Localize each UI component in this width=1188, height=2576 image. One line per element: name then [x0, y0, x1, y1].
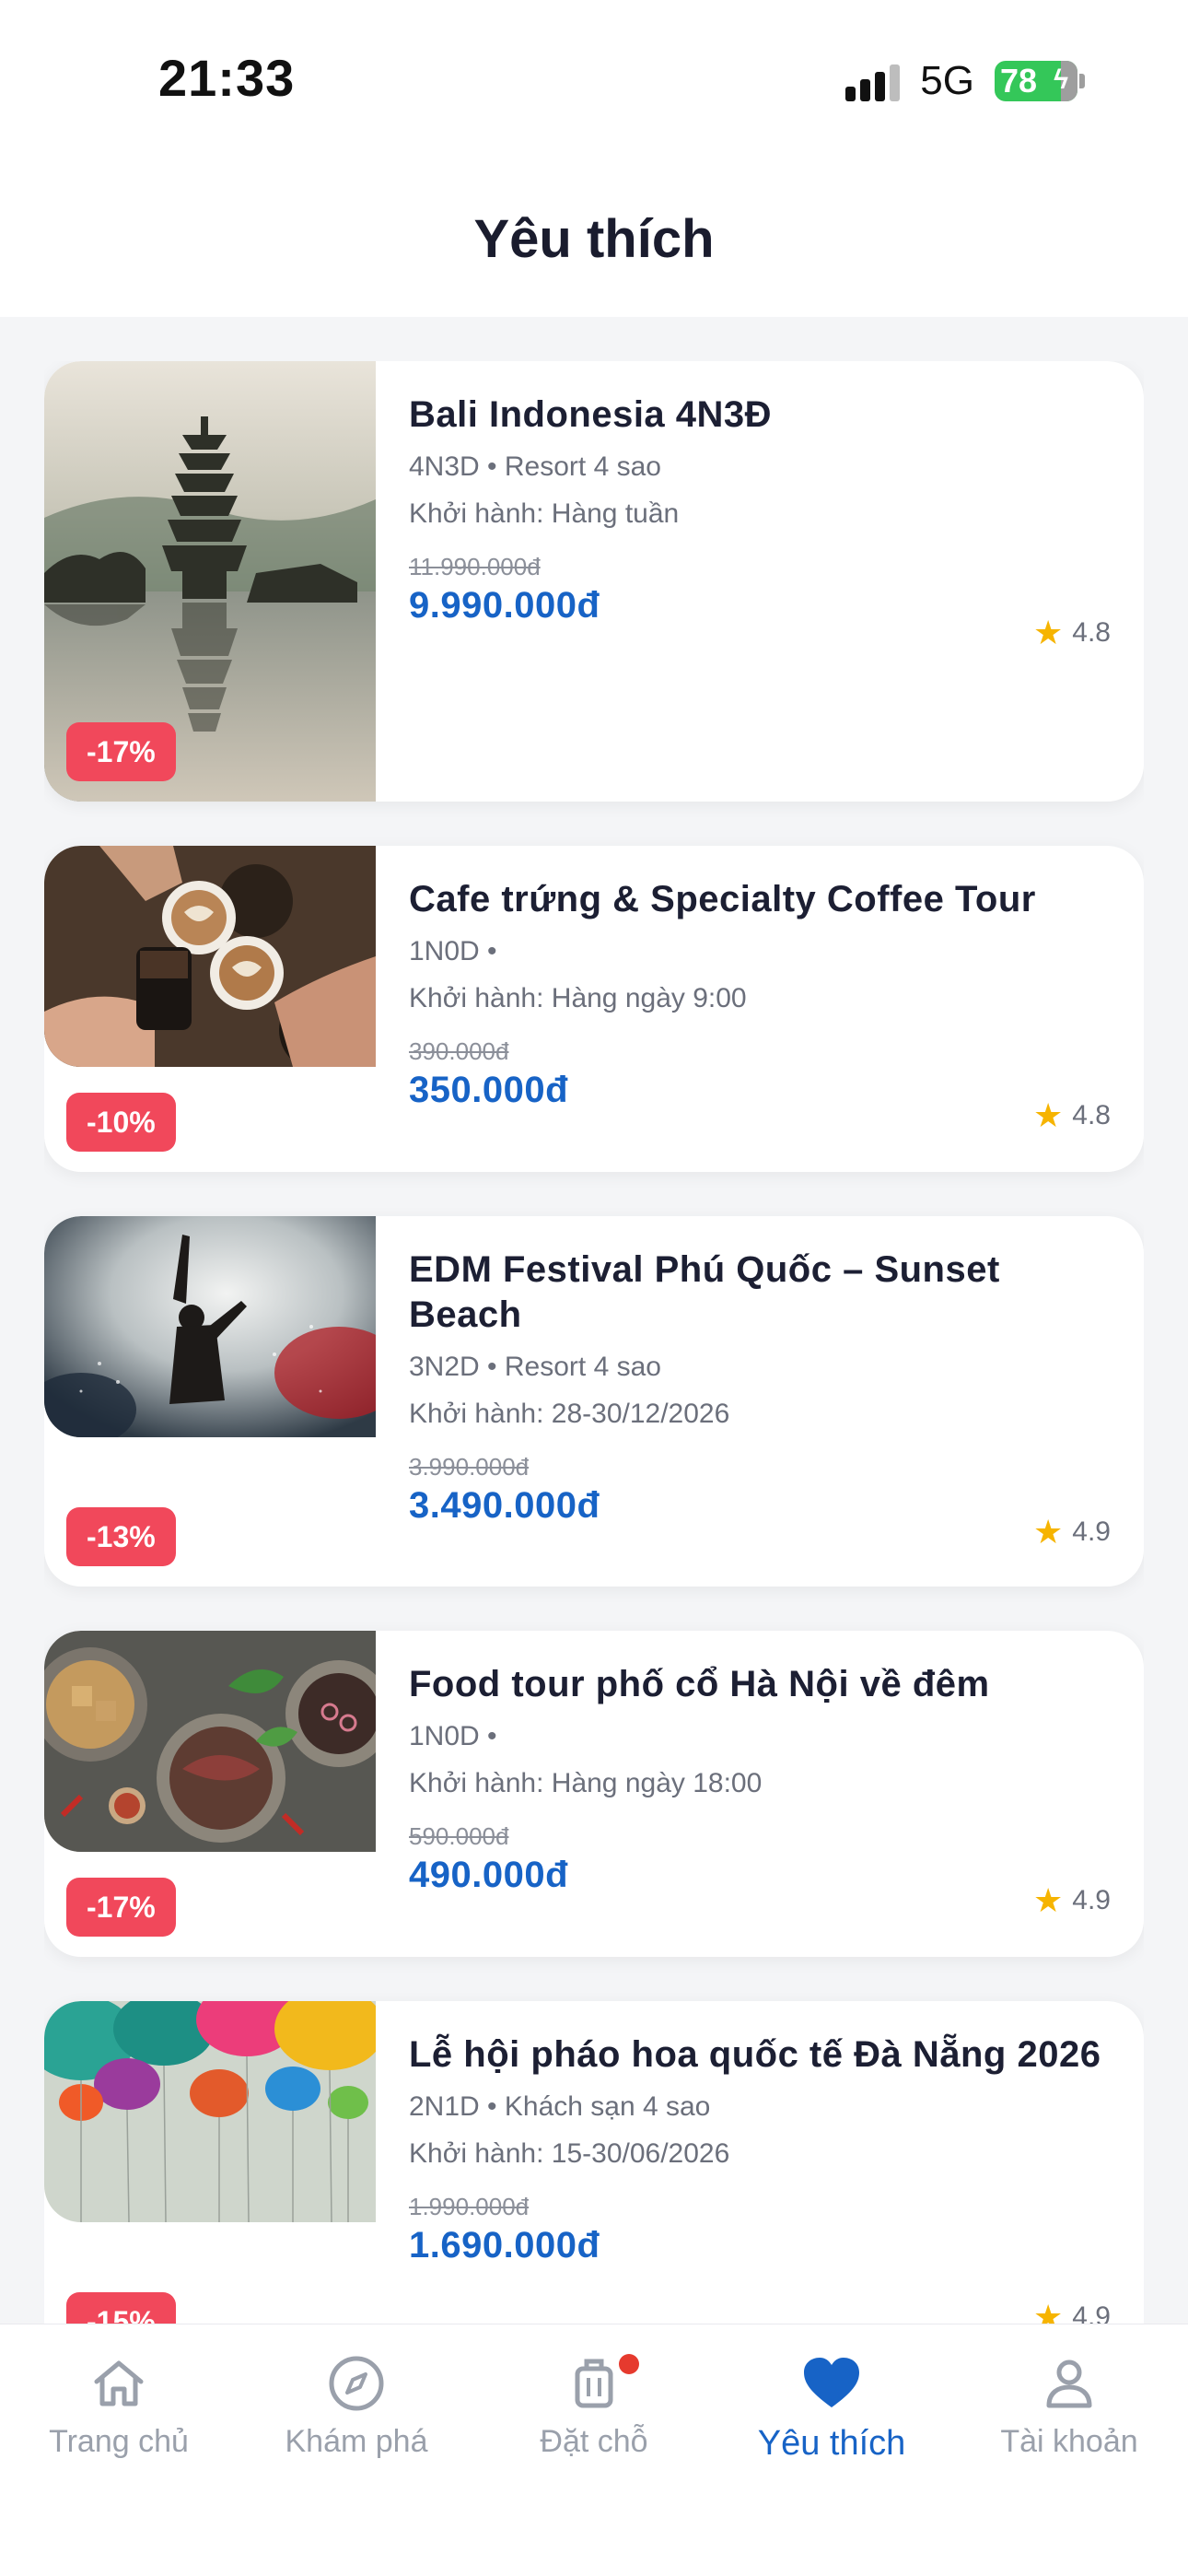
tab-explore[interactable]: Khám phá: [238, 2350, 475, 2460]
heart-icon: [804, 2358, 859, 2407]
tour-title: EDM Festival Phú Quốc – Sunset Beach: [409, 1249, 1000, 1335]
new-price: 490.000đ: [409, 1855, 569, 1895]
tour-meta: 3N2D • Resort 4 sao: [409, 1352, 661, 1382]
charging-bolt-icon: ϟ: [1054, 64, 1068, 95]
new-price: 1.690.000đ: [409, 2225, 600, 2266]
coffee-cheers-photo: [44, 846, 376, 1067]
top-area: 21:33 5G 78 ϟ Yêu thích: [0, 0, 1188, 317]
tour-title: Food tour phố cổ Hà Nội về đêm: [409, 1664, 990, 1704]
old-price: 390.000đ: [409, 1037, 509, 1065]
tour-departure: Khởi hành: 28-30/12/2026: [409, 1399, 730, 1429]
favorite-card[interactable]: -17% Food tour phố cổ Hà Nội về đêm 1N0D…: [44, 1631, 1144, 1957]
tour-title: Cafe trứng & Specialty Coffee Tour: [409, 879, 1036, 919]
tour-departure: Khởi hành: Hàng ngày 9:00: [409, 983, 747, 1013]
tab-account-label: Tài khoản: [1000, 2424, 1138, 2459]
tour-departure: Khởi hành: Hàng ngày 18:00: [409, 1768, 763, 1798]
star-icon: ★: [1033, 1513, 1064, 1551]
rating-value: 4.9: [1072, 1885, 1111, 1915]
rating: ★ 4.9: [1033, 1881, 1111, 1920]
favorite-card[interactable]: -15% Lễ hội pháo hoa quốc tế Đà Nẵng 202…: [44, 2001, 1144, 2324]
compass-icon: [329, 2356, 384, 2411]
star-icon: ★: [1033, 614, 1064, 651]
tour-meta: 1N0D •: [409, 936, 497, 966]
tour-departure: Khởi hành: 15-30/06/2026: [409, 2138, 730, 2169]
tab-home-label: Trang chủ: [49, 2424, 189, 2459]
favorite-card[interactable]: -10% Cafe trứng & Specialty Coffee Tour …: [44, 846, 1144, 1172]
food-plates-photo: [44, 1631, 376, 1852]
tab-bookings[interactable]: Đặt chỗ: [475, 2350, 713, 2460]
notification-dot: [619, 2354, 639, 2374]
rating-value: 4.8: [1072, 617, 1111, 648]
rating-value: 4.8: [1072, 1100, 1111, 1130]
bottom-tab-bar: Trang chủ Khám phá Đặt chỗ Yêu thích Tài…: [0, 2324, 1188, 2576]
status-indicators: 5G 78 ϟ: [845, 55, 1085, 107]
star-icon: ★: [1033, 1096, 1064, 1134]
old-price: 11.990.000đ: [409, 553, 541, 580]
card-body: Lễ hội pháo hoa quốc tế Đà Nẵng 2026 2N1…: [409, 2032, 1111, 2269]
new-price: 9.990.000đ: [409, 585, 600, 626]
page-title: Yêu thích: [473, 209, 715, 269]
rating-value: 4.9: [1072, 1516, 1111, 1547]
festival-dancer-photo: [44, 1216, 376, 1437]
luggage-icon: [575, 2359, 613, 2408]
tab-account[interactable]: Tài khoản: [950, 2350, 1188, 2460]
tour-meta: 4N3D • Resort 4 sao: [409, 451, 661, 482]
balloons-photo: [44, 2001, 376, 2222]
discount-badge: -15%: [66, 2292, 176, 2324]
tour-title: Lễ hội pháo hoa quốc tế Đà Nẵng 2026: [409, 2034, 1101, 2075]
discount-badge: -17%: [66, 1878, 176, 1937]
tab-bookings-label: Đặt chỗ: [540, 2424, 648, 2459]
card-body: Bali Indonesia 4N3Đ 4N3D • Resort 4 sao …: [409, 392, 1111, 629]
home-icon: [94, 2360, 144, 2406]
tour-title: Bali Indonesia 4N3Đ: [409, 394, 773, 435]
old-price: 1.990.000đ: [409, 2193, 530, 2220]
tab-home[interactable]: Trang chủ: [0, 2350, 238, 2460]
discount-badge: -10%: [66, 1093, 176, 1152]
status-time: 21:33: [158, 49, 296, 107]
card-body: Cafe trứng & Specialty Coffee Tour 1N0D …: [409, 877, 1111, 1114]
discount-badge: -13%: [66, 1507, 176, 1566]
star-icon: ★: [1033, 1881, 1064, 1919]
tab-explore-label: Khám phá: [285, 2424, 428, 2459]
old-price: 3.990.000đ: [409, 1453, 530, 1481]
card-body: EDM Festival Phú Quốc – Sunset Beach 3N2…: [409, 1247, 1111, 1529]
favorite-card[interactable]: -17% Bali Indonesia 4N3Đ 4N3D • Resort 4…: [44, 361, 1144, 802]
battery-icon: 78 ϟ: [995, 61, 1085, 101]
tour-departure: Khởi hành: Hàng tuần: [409, 498, 680, 529]
signal-icon: [845, 61, 901, 101]
star-icon: ★: [1033, 2298, 1064, 2324]
tour-meta: 1N0D •: [409, 1721, 497, 1751]
battery-level: 78: [1000, 62, 1038, 100]
new-price: 350.000đ: [409, 1070, 569, 1110]
favorites-list[interactable]: -17% Bali Indonesia 4N3Đ 4N3D • Resort 4…: [44, 361, 1144, 2324]
favorite-card[interactable]: -13% EDM Festival Phú Quốc – Sunset Beac…: [44, 1216, 1144, 1587]
tab-favorites-label: Yêu thích: [757, 2424, 906, 2463]
rating: ★ 4.8: [1033, 614, 1111, 652]
tour-meta: 2N1D • Khách sạn 4 sao: [409, 2091, 711, 2122]
card-body: Food tour phố cổ Hà Nội về đêm 1N0D • Kh…: [409, 1662, 1111, 1899]
person-icon: [1046, 2359, 1092, 2408]
rating: ★ 4.9: [1033, 1513, 1111, 1551]
rating-value: 4.9: [1072, 2301, 1111, 2324]
old-price: 590.000đ: [409, 1822, 509, 1850]
tab-favorites[interactable]: Yêu thích: [713, 2350, 950, 2464]
rating: ★ 4.9: [1033, 2298, 1111, 2324]
network-label: 5G: [920, 58, 974, 103]
discount-badge: -17%: [66, 722, 176, 781]
rating: ★ 4.8: [1033, 1096, 1111, 1135]
new-price: 3.490.000đ: [409, 1485, 600, 1526]
